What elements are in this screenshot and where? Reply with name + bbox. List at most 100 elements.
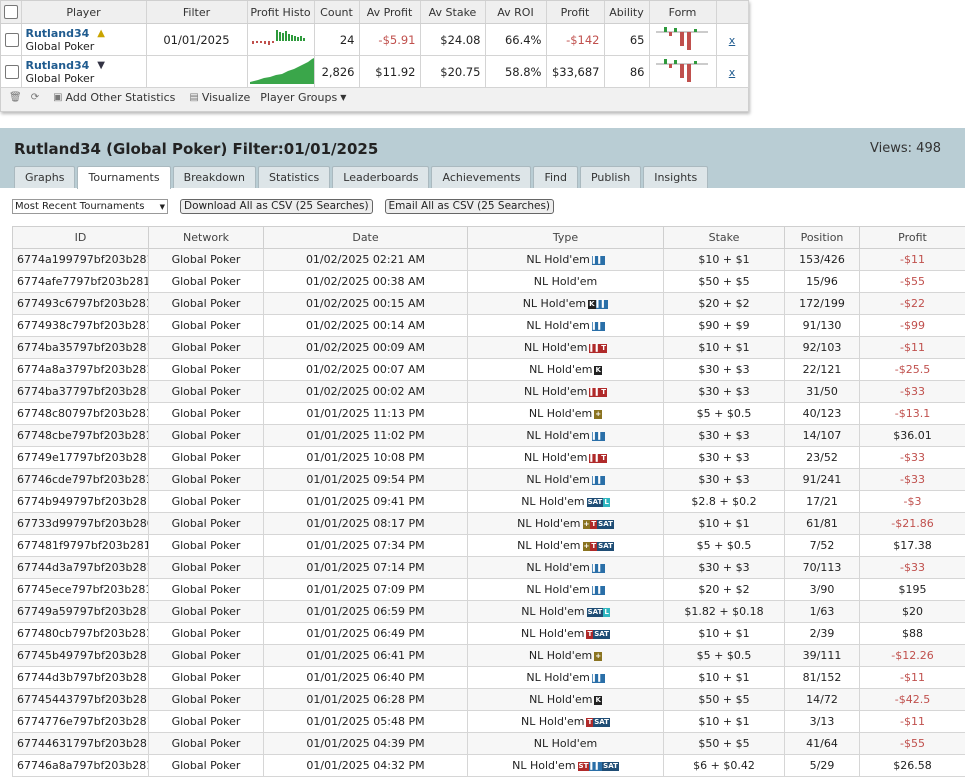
column-type[interactable]: Type — [467, 226, 664, 249]
table-cell-type: NL Hold'em — [467, 270, 664, 293]
table-cell-profit-text: -$33 — [900, 451, 925, 464]
table-cell-date-text: 01/02/2025 00:14 AM — [305, 319, 426, 332]
table-cell-stake: $5 + $0.5 — [663, 534, 785, 557]
table-row[interactable]: 6774776e797bf203b281 Global Poker 01/01/20… — [12, 710, 965, 733]
header-av-roi[interactable]: Av ROI — [485, 1, 547, 24]
table-row[interactable]: 67746a8a797bf203b281 Global Poker 01/01/20… — [12, 754, 965, 777]
header-ability[interactable]: Ability — [604, 1, 650, 24]
remove-player-link[interactable]: x — [729, 66, 736, 79]
select-all-checkbox[interactable] — [3, 5, 18, 19]
tab-breakdown[interactable]: Breakdown — [172, 166, 256, 188]
table-cell-profit-text: $195 — [898, 583, 927, 596]
table-cell-network: Global Poker — [148, 534, 264, 557]
table-cell-id-text: 67745b49797bf203b281 — [17, 649, 149, 662]
table-cell-date: 01/02/2025 00:02 AM — [263, 380, 468, 403]
player-name-link[interactable]: Rutland34 — [26, 27, 90, 40]
column-profit[interactable]: Profit — [859, 226, 965, 249]
table-row[interactable]: 67748cbe797bf203b281 Global Poker 01/01/20… — [12, 424, 965, 447]
player-row-checkbox[interactable] — [5, 64, 19, 79]
header-filter[interactable]: Filter — [146, 1, 248, 24]
player-table: Player Filter Profit Histo Count Av Prof… — [1, 1, 749, 88]
table-cell-date-text: 01/01/2025 08:17 PM — [306, 517, 425, 530]
table-row[interactable]: 67745443797bf203b281 Global Poker 01/01/20… — [12, 688, 965, 711]
table-row[interactable]: 6774a8a3797bf203b281 Global Poker 01/02/20… — [12, 358, 965, 381]
table-row[interactable]: 677493c6797bf203b281 Global Poker 01/02/20… — [12, 292, 965, 315]
table-cell-position: 70/113 — [784, 556, 860, 579]
table-cell-date-text: 01/01/2025 04:32 PM — [306, 759, 425, 772]
table-row[interactable]: 67744d3a797bf203b281 Global Poker 01/01/20… — [12, 556, 965, 579]
table-row[interactable]: 677480cb797bf203b281 Global Poker 01/01/20… — [12, 622, 965, 645]
table-cell-date-text: 01/01/2025 07:14 PM — [306, 561, 425, 574]
tournament-sort-select[interactable]: Most Recent Tournaments ▼ — [12, 199, 168, 214]
table-row[interactable]: 6774ba35797bf203b281 Global Poker 01/02/20… — [12, 336, 965, 359]
table-row[interactable]: 6774b949797bf203b281 Global Poker 01/01/20… — [12, 490, 965, 513]
remove-player-link[interactable]: x — [729, 34, 736, 47]
player-av-roi: 66.4% — [485, 23, 547, 56]
download-csv-button[interactable]: Download All as CSV (25 Searches) — [180, 199, 373, 214]
table-row[interactable]: 67744631797bf203b281 Global Poker 01/01/20… — [12, 732, 965, 755]
tab-insights[interactable]: Insights — [643, 166, 709, 188]
table-cell-network-text: Global Poker — [171, 407, 241, 420]
column-position[interactable]: Position — [784, 226, 860, 249]
tournament-type-badge-icon: SAT — [593, 629, 610, 639]
table-row[interactable]: 67733d99797bf203b280 Global Poker 01/01/20… — [12, 512, 965, 535]
table-cell-position: 3/90 — [784, 578, 860, 601]
table-row[interactable]: 6774afe7797bf203b2813 Global Poker 01/02/2… — [12, 270, 965, 293]
table-row[interactable]: 677481f9797bf203b281 Global Poker 01/01/20… — [12, 534, 965, 557]
table-row[interactable]: 6774938c797bf203b281 Global Poker 01/02/20… — [12, 314, 965, 337]
table-cell-network-text: Global Poker — [171, 583, 241, 596]
table-row[interactable]: 67748c80797bf203b281 Global Poker 01/01/20… — [12, 402, 965, 425]
add-other-statistics-button[interactable]: ▣ Add Other Statistics — [53, 91, 175, 104]
tournament-type-badge-icon: ▍▍ — [591, 431, 605, 441]
email-csv-button[interactable]: Email All as CSV (25 Searches) — [384, 199, 555, 214]
column-stake[interactable]: Stake — [663, 226, 785, 249]
tab-graphs[interactable]: Graphs — [14, 166, 76, 188]
table-cell-network: Global Poker — [148, 600, 264, 623]
table-cell-network: Global Poker — [148, 336, 264, 359]
header-profit-histo[interactable]: Profit Histo — [247, 1, 315, 24]
header-profit[interactable]: Profit — [546, 1, 605, 24]
header-av-profit[interactable]: Av Profit — [359, 1, 421, 24]
table-row[interactable]: 6774ba37797bf203b281 Global Poker 01/02/20… — [12, 380, 965, 403]
table-cell-network-text: Global Poker — [171, 275, 241, 288]
tab-statistics[interactable]: Statistics — [257, 166, 331, 188]
player-groups-dropdown[interactable]: Player Groups ▼ — [260, 91, 346, 104]
header-form[interactable]: Form — [649, 1, 717, 24]
table-cell-position: 31/50 — [784, 380, 860, 403]
column-date[interactable]: Date — [263, 226, 468, 249]
tab-achievements[interactable]: Achievements — [431, 166, 532, 188]
table-cell-stake-text: $20 + $2 — [698, 583, 750, 596]
table-cell-position-text: 3/90 — [809, 583, 835, 596]
header-player[interactable]: Player — [21, 1, 147, 24]
table-cell-date-text: 01/01/2025 06:49 PM — [306, 627, 425, 640]
table-cell-type: NL Hold'em ▍▍ — [467, 314, 664, 337]
tab-publish[interactable]: Publish — [579, 166, 642, 188]
table-row[interactable]: 67745b49797bf203b281 Global Poker 01/01/20… — [12, 644, 965, 667]
table-cell-position: 2/39 — [784, 622, 860, 645]
column-id[interactable]: ID — [12, 226, 149, 249]
table-row[interactable]: 67749a59797bf203b281 Global Poker 01/01/20… — [12, 600, 965, 623]
table-cell-network-text: Global Poker — [171, 517, 241, 530]
refresh-icon[interactable]: ⟳ — [31, 92, 39, 103]
trash-icon[interactable]: 🗑 — [9, 92, 22, 103]
player-row-checkbox[interactable] — [5, 32, 19, 47]
player-name-link[interactable]: Rutland34 — [26, 59, 90, 72]
tab-leaderboards[interactable]: Leaderboards — [332, 166, 430, 188]
table-row[interactable]: 67749e17797bf203b281 Global Poker 01/01/20… — [12, 446, 965, 469]
column-network[interactable]: Network — [148, 226, 264, 249]
table-row[interactable]: 6774a199797bf203b281 Global Poker 01/02/20… — [12, 248, 965, 271]
visualize-button[interactable]: ▤ Visualize — [189, 91, 250, 104]
header-av-stake[interactable]: Av Stake — [420, 1, 486, 24]
table-row[interactable]: 67744d3b797bf203b281 Global Poker 01/01/20… — [12, 666, 965, 689]
table-cell-profit: $36.01 — [859, 424, 965, 447]
tab-tournaments[interactable]: Tournaments — [77, 166, 171, 189]
table-row[interactable]: 67745ece797bf203b281 Global Poker 01/01/20… — [12, 578, 965, 601]
table-row[interactable]: 67746cde797bf203b281 Global Poker 01/01/20… — [12, 468, 965, 491]
table-cell-type: NL Hold'em + — [467, 402, 664, 425]
table-cell-id-text: 67748c80797bf203b281 — [17, 407, 149, 420]
table-cell-type: NL Hold'em ▍▍T — [467, 446, 664, 469]
table-cell-type-text: NL Hold'em — [517, 517, 581, 530]
table-cell-position-text: 40/123 — [802, 407, 842, 420]
tab-find[interactable]: Find — [533, 166, 578, 188]
header-count[interactable]: Count — [314, 1, 360, 24]
